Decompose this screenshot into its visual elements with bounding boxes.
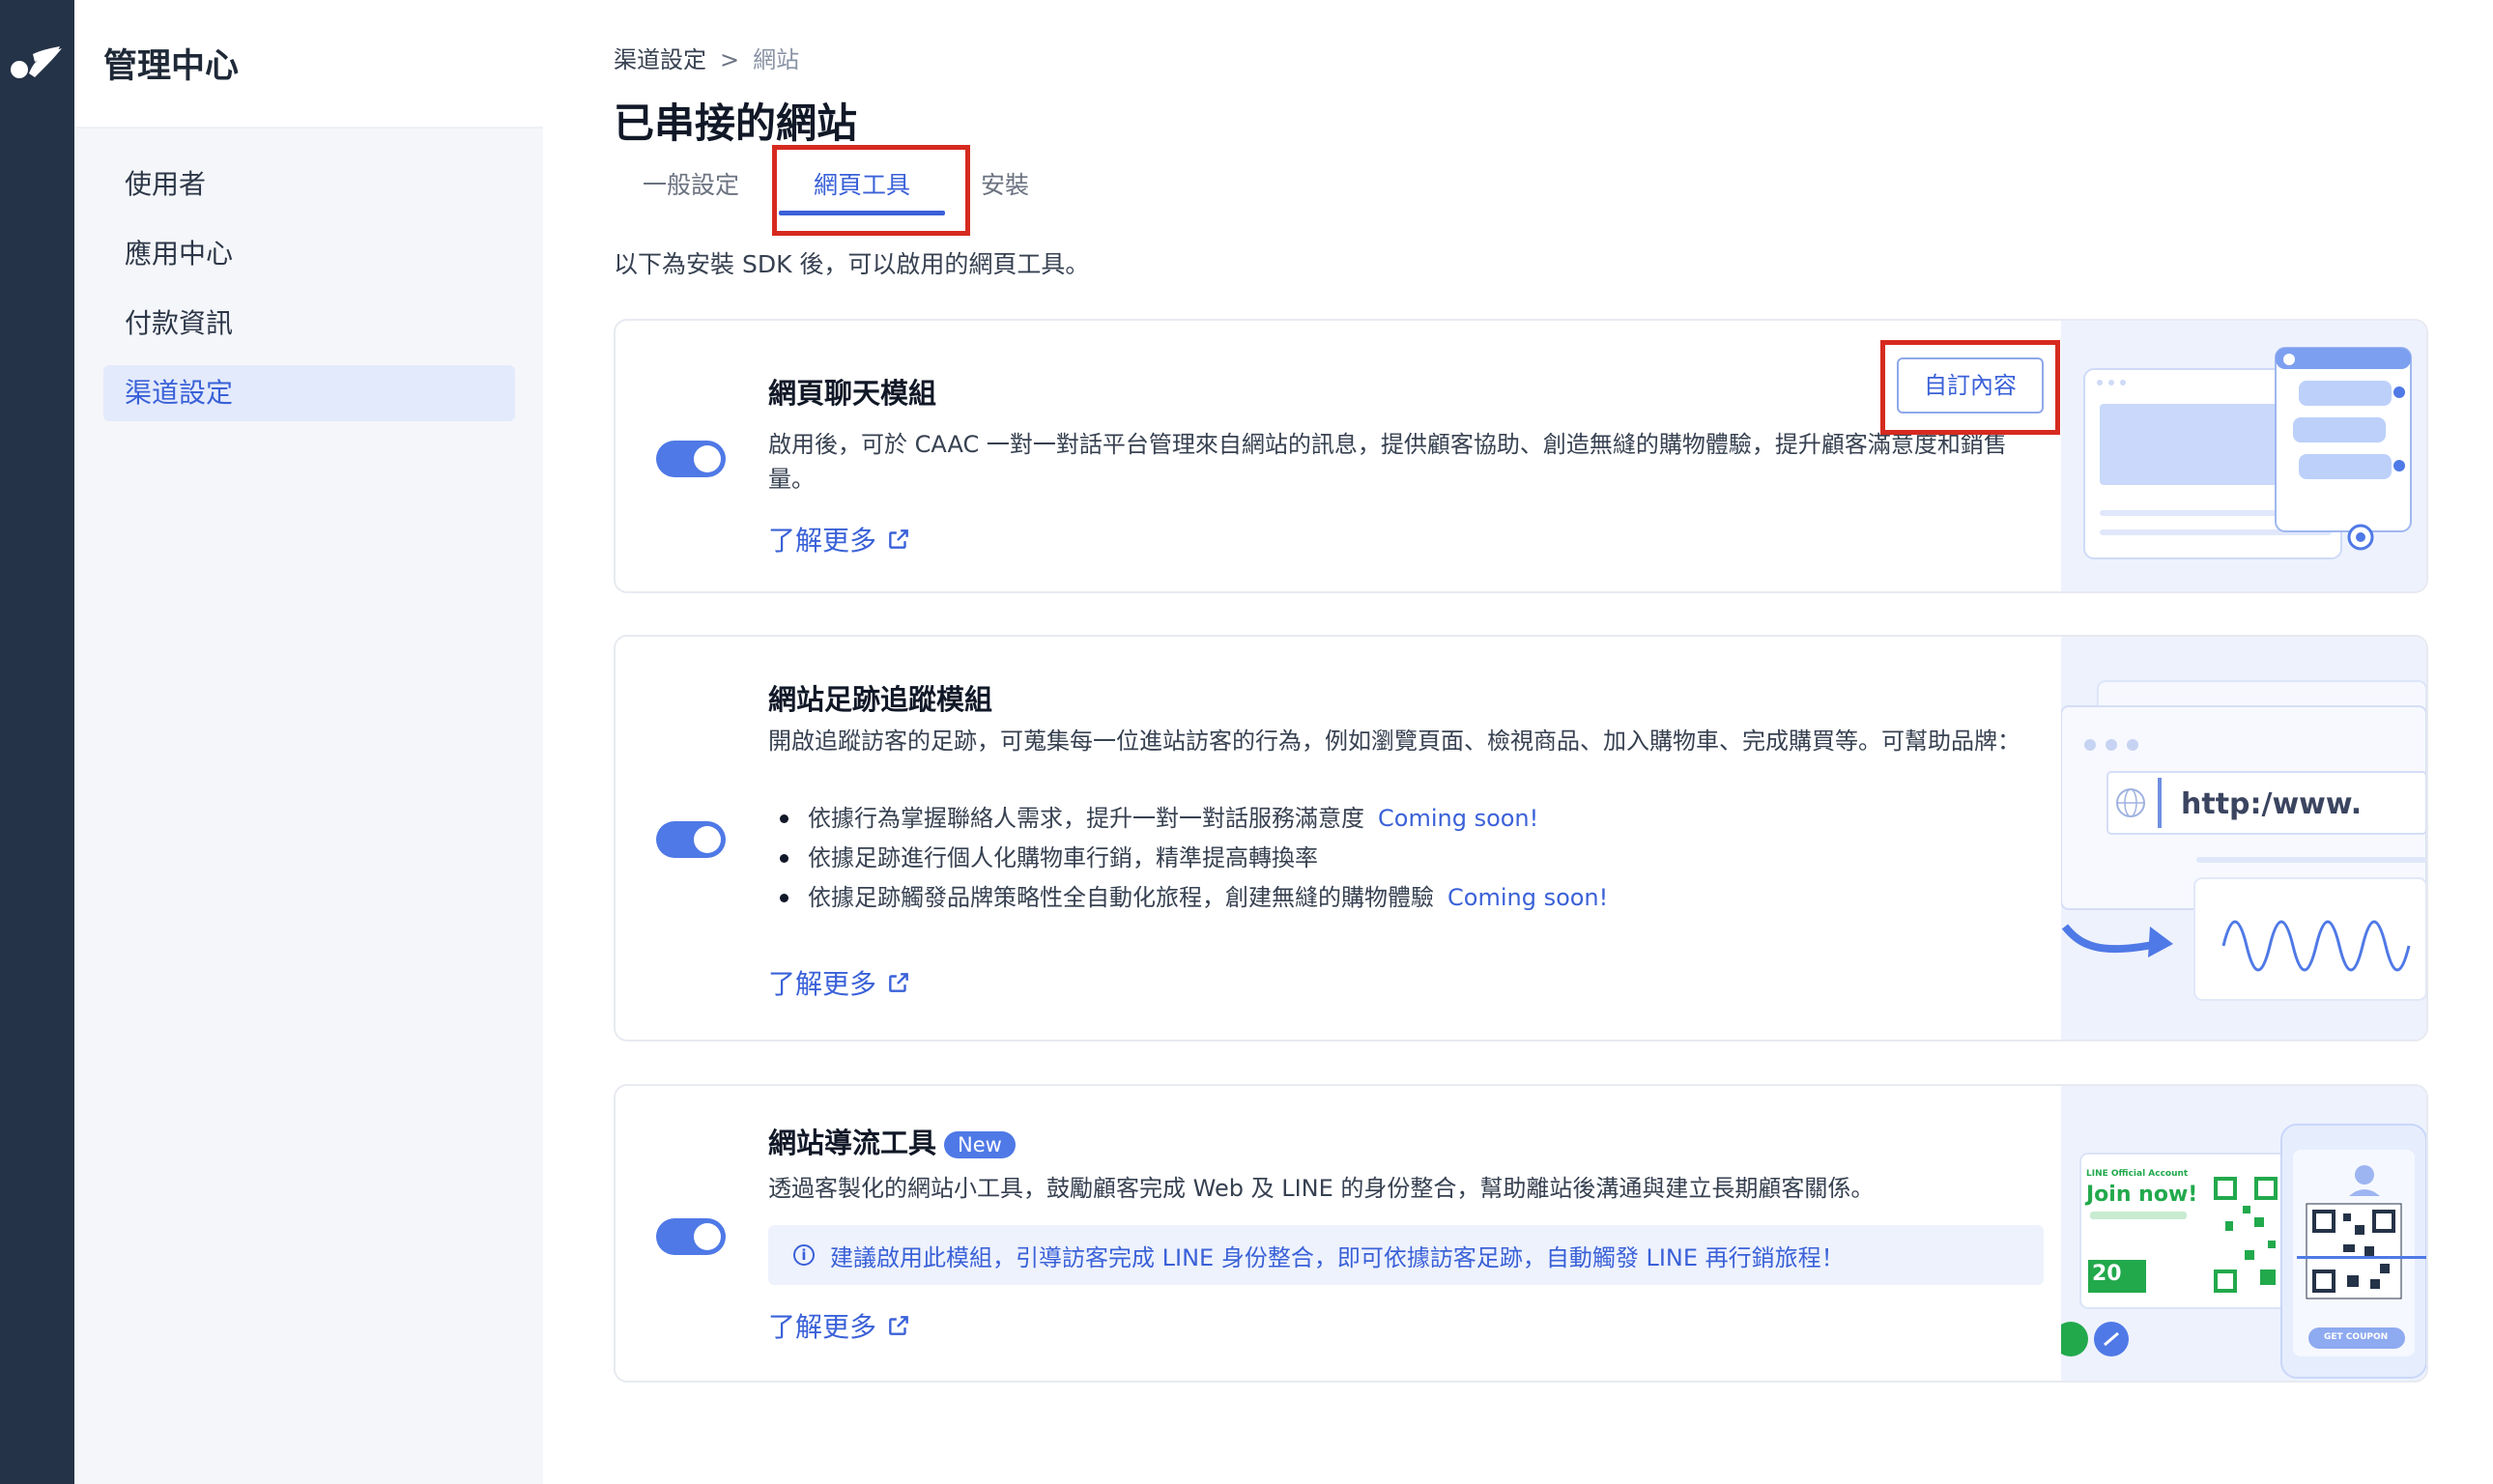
list-item: 依據足跡觸發品牌策略性全自動化旅程，創建無縫的購物體驗 Coming soon! bbox=[768, 878, 1608, 918]
card-site-tracking: 網站足跡追蹤模組 開啟追蹤訪客的足跡，可蒐集每一位進站訪客的行為，例如瀏覽頁面、… bbox=[614, 635, 2428, 1042]
logo-icon[interactable] bbox=[8, 44, 64, 83]
toggle-knob bbox=[694, 445, 721, 472]
tracking-card-title: 網站足跡追蹤模組 bbox=[768, 683, 993, 716]
toggle-knob bbox=[694, 826, 721, 853]
chat-module-toggle[interactable] bbox=[656, 441, 726, 477]
coming-soon-tag: Coming soon! bbox=[1378, 805, 1539, 832]
tracking-module-toggle[interactable] bbox=[656, 821, 726, 858]
sidebar-header: 管理中心 bbox=[74, 0, 543, 128]
learn-more-label: 了解更多 bbox=[768, 1311, 877, 1343]
chat-window-illustration bbox=[2083, 347, 2412, 559]
toggle-knob bbox=[694, 1223, 721, 1250]
breadcrumb-separator: > bbox=[720, 46, 740, 73]
browser-tracking-illustration bbox=[2061, 680, 2426, 1001]
tracking-illustration: http:/www. bbox=[2061, 637, 2426, 1040]
traffic-title-text: 網站導流工具 bbox=[768, 1127, 937, 1159]
bullet-dot bbox=[780, 894, 788, 902]
left-rail bbox=[0, 0, 74, 1484]
highlight-box-tab bbox=[772, 145, 970, 236]
chat-learn-more-link[interactable]: 了解更多 bbox=[768, 520, 911, 558]
bullet-text: 依據行為掌握聯絡人需求，提升一對一對話服務滿意度 bbox=[808, 805, 1364, 832]
join-now-label: Join now! bbox=[2086, 1183, 2198, 1207]
info-icon: i bbox=[793, 1244, 815, 1266]
page-title: 已串接的網站 bbox=[614, 100, 858, 147]
highlight-box-customize bbox=[1880, 340, 2060, 435]
external-link-icon bbox=[889, 1316, 908, 1335]
tracking-benefit-list: 依據行為掌握聯絡人需求，提升一對一對話服務滿意度 Coming soon! 依據足… bbox=[768, 799, 1608, 918]
get-coupon-label: GET COUPON bbox=[2324, 1332, 2389, 1342]
tracking-learn-more-link[interactable]: 了解更多 bbox=[768, 963, 911, 1002]
learn-more-label: 了解更多 bbox=[768, 525, 877, 556]
recommendation-notice: i 建議啟用此模組，引導訪客完成 LINE 身份整合，即可依據訪客足跡，自動觸發… bbox=[768, 1225, 2044, 1285]
browser-url-text: http:/www. bbox=[2181, 787, 2363, 821]
traffic-card-title: 網站導流工具 New bbox=[768, 1121, 1016, 1161]
traffic-learn-more-link[interactable]: 了解更多 bbox=[768, 1306, 911, 1345]
tracking-card-description: 開啟追蹤訪客的足跡，可蒐集每一位進站訪客的行為，例如瀏覽頁面、檢視商品、加入購物… bbox=[768, 728, 2020, 755]
bullet-text: 依據足跡觸發品牌策略性全自動化旅程，創建無縫的購物體驗 bbox=[808, 884, 1434, 911]
chat-illustration bbox=[2061, 321, 2426, 591]
bullet-dot bbox=[780, 814, 788, 823]
external-link-icon bbox=[889, 973, 908, 992]
bullet-dot bbox=[780, 854, 788, 863]
list-item: 依據行為掌握聯絡人需求，提升一對一對話服務滿意度 Coming soon! bbox=[768, 799, 1608, 839]
traffic-illustration: LINE Official Account Join now! 20 GET C… bbox=[2061, 1086, 2426, 1381]
line-official-label: LINE Official Account bbox=[2086, 1169, 2189, 1179]
notice-text: 建議啟用此模組，引導訪客完成 LINE 身份整合，即可依據訪客足跡，自動觸發 L… bbox=[830, 1243, 1845, 1271]
sidebar-item-billing[interactable]: 付款資訊 bbox=[103, 296, 515, 352]
sidebar-item-users[interactable]: 使用者 bbox=[103, 157, 515, 213]
breadcrumb: 渠道設定 > 網站 bbox=[614, 41, 799, 74]
tab-install[interactable]: 安裝 bbox=[976, 166, 1034, 201]
card-site-traffic: 網站導流工具 New 透過客製化的網站小工具，鼓勵顧客完成 Web 及 LINE … bbox=[614, 1084, 2428, 1383]
breadcrumb-current: 網站 bbox=[753, 46, 800, 73]
app-title: 管理中心 bbox=[103, 47, 240, 86]
list-item: 依據足跡進行個人化購物車行銷，精準提高轉換率 bbox=[768, 839, 1608, 878]
tab-general-settings[interactable]: 一般設定 bbox=[638, 166, 744, 201]
learn-more-label: 了解更多 bbox=[768, 968, 877, 1000]
sidebar: 管理中心 使用者 應用中心 付款資訊 渠道設定 bbox=[74, 0, 543, 1484]
traffic-module-toggle[interactable] bbox=[656, 1218, 726, 1255]
new-badge: New bbox=[944, 1131, 1016, 1158]
sidebar-item-app-center[interactable]: 應用中心 bbox=[103, 226, 515, 282]
chat-card-title: 網頁聊天模組 bbox=[768, 377, 937, 410]
coming-soon-tag: Coming soon! bbox=[1447, 884, 1609, 911]
page-intro: 以下為安裝 SDK 後，可以啟用的網頁工具。 bbox=[614, 250, 1090, 278]
traffic-card-description: 透過客製化的網站小工具，鼓勵顧客完成 Web 及 LINE 的身份整合，幫助離站… bbox=[768, 1175, 1875, 1202]
external-link-icon bbox=[889, 529, 908, 549]
sidebar-item-channel-settings[interactable]: 渠道設定 bbox=[103, 365, 515, 421]
chat-card-description: 啟用後，可於 CAAC 一對一對話平台管理來自網站的訊息，提供顧客協助、創造無縫… bbox=[768, 431, 2007, 493]
breadcrumb-parent[interactable]: 渠道設定 bbox=[614, 46, 706, 73]
discount-label: 20 bbox=[2092, 1262, 2122, 1286]
bullet-text: 依據足跡進行個人化購物車行銷，精準提高轉換率 bbox=[808, 844, 1318, 871]
card-web-chat: 網頁聊天模組 啟用後，可於 CAAC 一對一對話平台管理來自網站的訊息，提供顧客… bbox=[614, 319, 2428, 593]
